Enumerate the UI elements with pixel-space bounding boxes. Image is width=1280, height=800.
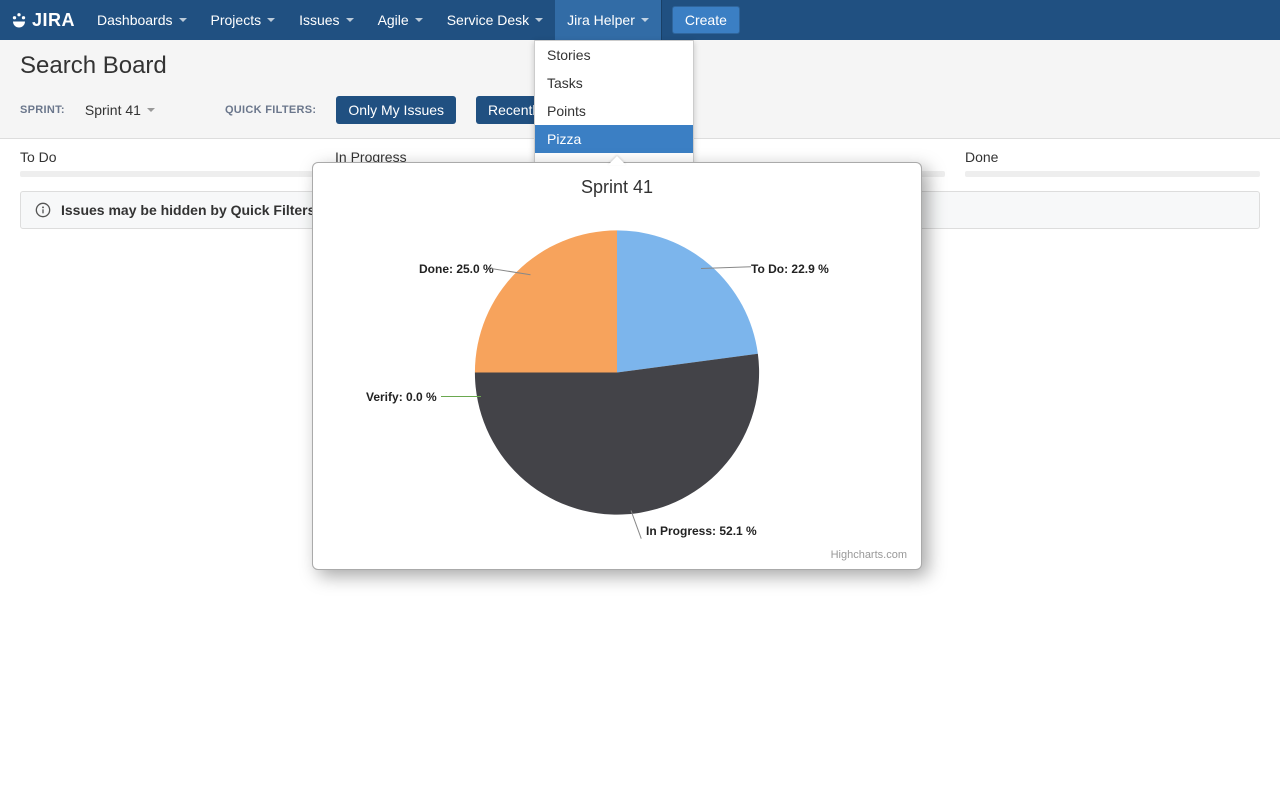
nav-item-label: Issues xyxy=(299,12,339,28)
chevron-down-icon xyxy=(147,108,155,112)
nav-item-jira-helper[interactable]: Jira Helper xyxy=(555,0,661,40)
nav-item-label: Jira Helper xyxy=(567,12,635,28)
chart-credit: Highcharts.com xyxy=(831,549,907,561)
filter-only-my-issues[interactable]: Only My Issues xyxy=(336,96,456,124)
chart-title: Sprint 41 xyxy=(331,177,903,198)
nav-item-label: Projects xyxy=(211,12,262,28)
pie-slice-to-do[interactable] xyxy=(617,230,758,372)
chart-area: To Do: 22.9 % In Progress: 52.1 % Verify… xyxy=(331,204,903,544)
chevron-down-icon xyxy=(535,18,543,22)
label-verify: Verify: 0.0 % xyxy=(366,390,437,404)
quick-filters-label: QUICK FILTERS: xyxy=(225,104,316,116)
column-bar xyxy=(965,171,1260,177)
pie-slice-done[interactable] xyxy=(475,230,617,372)
top-nav: JIRA Dashboards Projects Issues Agile Servic… xyxy=(0,0,1280,40)
jira-logo[interactable]: JIRA xyxy=(10,10,75,31)
chevron-down-icon xyxy=(641,18,649,22)
label-todo: To Do: 22.9 % xyxy=(751,262,829,276)
sprint-value: Sprint 41 xyxy=(85,102,141,118)
column-bar xyxy=(20,171,315,177)
sprint-label: SPRINT: xyxy=(20,104,65,116)
dropdown-item-tasks[interactable]: Tasks xyxy=(535,69,693,97)
dropdown-item-pizza[interactable]: Pizza xyxy=(535,125,693,153)
nav-item-label: Service Desk xyxy=(447,12,529,28)
nav-item-label: Dashboards xyxy=(97,12,173,28)
dropdown-item-stories[interactable]: Stories xyxy=(535,41,693,69)
nav-item-issues[interactable]: Issues xyxy=(287,0,365,40)
nav-item-dashboards[interactable]: Dashboards xyxy=(85,0,199,40)
column-todo: To Do xyxy=(20,149,315,177)
nav-item-projects[interactable]: Projects xyxy=(199,0,288,40)
dropdown-item-points[interactable]: Points xyxy=(535,97,693,125)
nav-separator xyxy=(661,0,662,40)
pie-slice-in-progress[interactable] xyxy=(475,354,759,515)
nav-item-label: Agile xyxy=(378,12,409,28)
label-in-progress: In Progress: 52.1 % xyxy=(646,524,757,538)
info-icon xyxy=(35,202,51,218)
jira-logo-icon xyxy=(10,11,28,29)
dropdown-pointer-icon xyxy=(608,156,626,165)
label-done: Done: 25.0 % xyxy=(419,262,494,276)
nav-item-agile[interactable]: Agile xyxy=(366,0,435,40)
notice-text: Issues may be hidden by Quick Filters xyxy=(61,202,315,218)
create-button[interactable]: Create xyxy=(672,6,740,34)
leader-line xyxy=(441,396,481,397)
nav-item-service-desk[interactable]: Service Desk xyxy=(435,0,555,40)
jira-logo-text: JIRA xyxy=(32,10,75,31)
chevron-down-icon xyxy=(346,18,354,22)
column-title: Done xyxy=(965,149,1260,165)
chevron-down-icon xyxy=(267,18,275,22)
column-done: Done xyxy=(965,149,1260,177)
chevron-down-icon xyxy=(415,18,423,22)
sprint-selector[interactable]: Sprint 41 xyxy=(85,102,155,118)
chevron-down-icon xyxy=(179,18,187,22)
column-title: To Do xyxy=(20,149,315,165)
pizza-chart-popup: Sprint 41 To Do: 22.9 % In Progress: 52.… xyxy=(312,162,922,570)
